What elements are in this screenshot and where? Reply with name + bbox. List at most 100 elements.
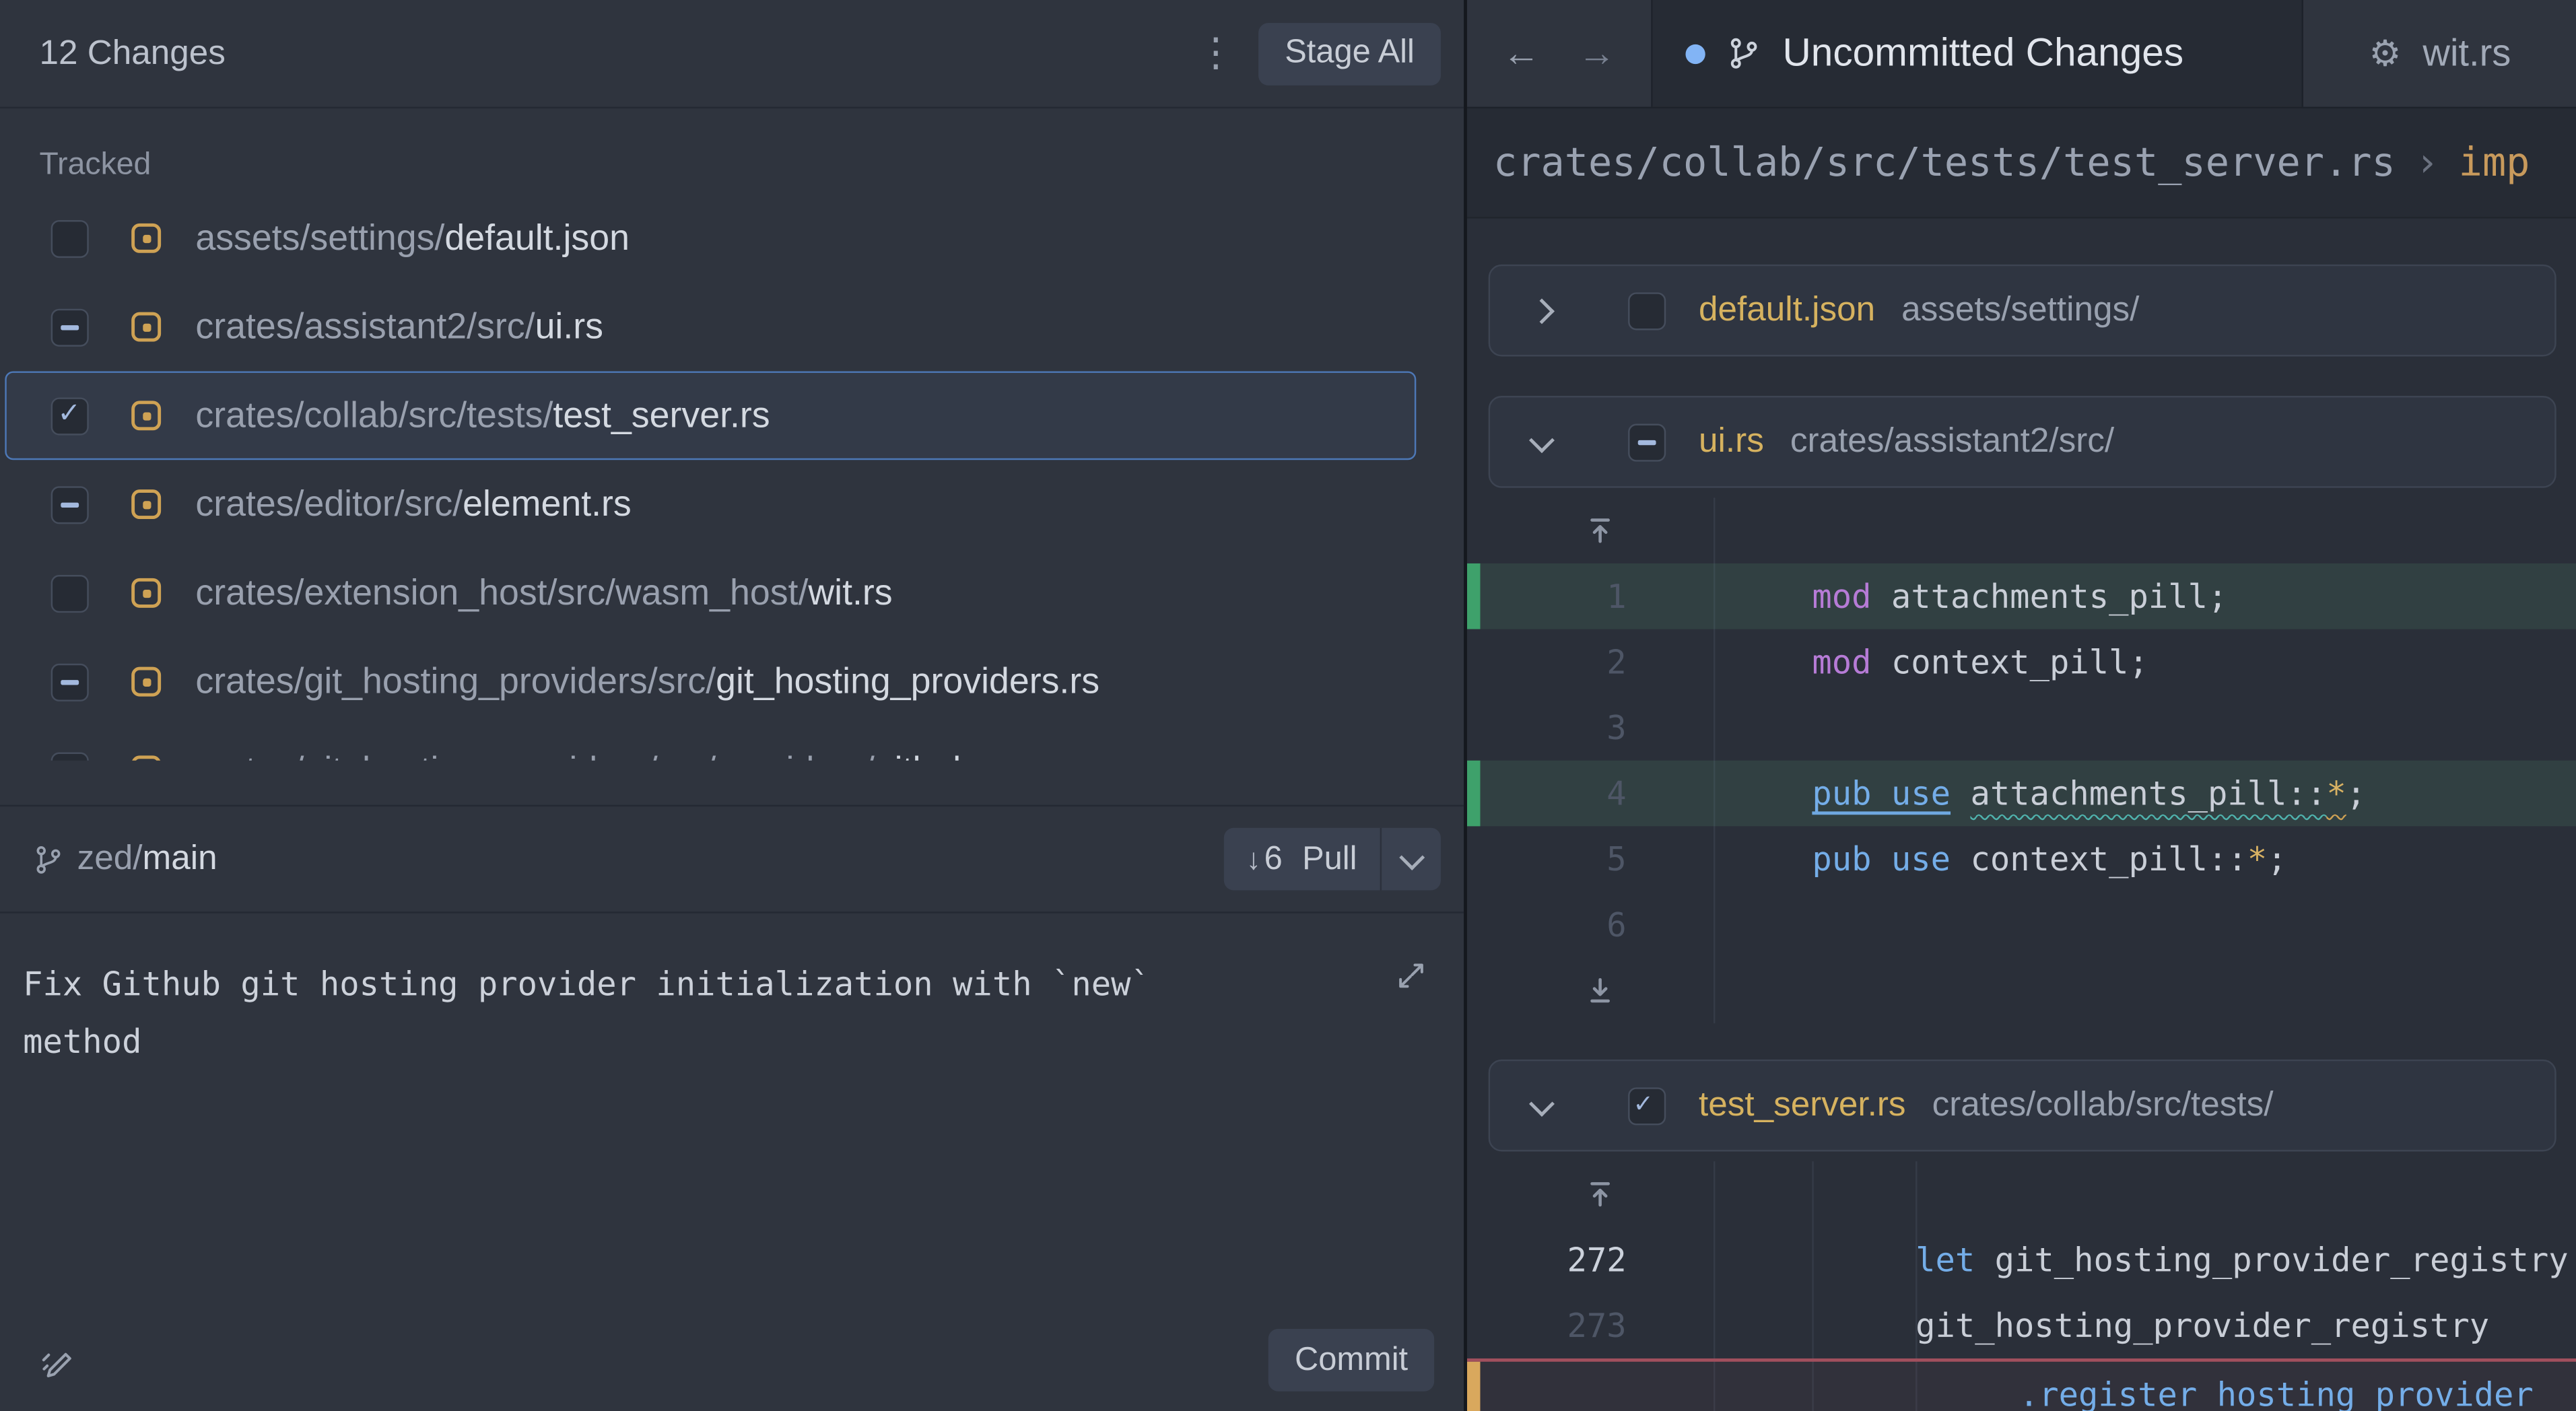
stage-all-button[interactable]: Stage All	[1258, 22, 1441, 85]
diff-file-header[interactable]: ui.rs crates/assistant2/src/	[1488, 396, 2556, 488]
navigate-back-button[interactable]: ←	[1493, 26, 1549, 81]
file-name: github.rs	[875, 749, 1013, 761]
diff-file-header[interactable]: default.json assets/settings/	[1488, 264, 2556, 357]
code-line: 5 pub use context_pill:: *;	[1467, 826, 2576, 892]
file-name: wit.rs	[808, 572, 893, 613]
section-stage-checkbox[interactable]	[1628, 423, 1666, 461]
expand-commit-editor-button[interactable]	[1395, 959, 1428, 992]
chevron-icon	[1529, 298, 1555, 324]
commit-button[interactable]: Commit	[1268, 1329, 1435, 1391]
breadcrumb[interactable]: crates/collab/src/tests/test_server.rs ›…	[1466, 108, 2576, 219]
pull-dropdown-button[interactable]	[1382, 828, 1441, 891]
file-row[interactable]: crates/assistant2/src/ui.rs	[5, 283, 1416, 372]
git-branch-icon	[1726, 36, 1761, 71]
section-file-name: test_server.rs	[1699, 1085, 1906, 1124]
file-stage-checkbox[interactable]	[50, 574, 89, 612]
code-line: 1 mod attachments_pill;	[1466, 563, 2576, 629]
file-name: test_server.rs	[553, 394, 770, 436]
tracked-section-label: Tracked	[39, 147, 151, 182]
line-number: 2	[1606, 642, 1627, 682]
section-toggle[interactable]	[1529, 298, 1569, 324]
file-stage-checkbox[interactable]	[50, 751, 89, 761]
file-path: crates/git_hosting_providers/src/provide…	[195, 749, 874, 761]
file-row[interactable]: assets/settings/default.json	[5, 194, 1416, 283]
generate-commit-message-button[interactable]	[40, 1347, 77, 1385]
chevron-icon	[1529, 426, 1555, 452]
section-file-path: crates/assistant2/src/	[1790, 422, 2115, 460]
breadcrumb-symbol: imp	[2458, 139, 2530, 186]
git-panel: 12 Changes ⋮ Stage All Tracked assets/se…	[0, 0, 1467, 1411]
branch-name: main	[142, 839, 217, 877]
diff-excerpt: 272 let git_hosting_provider_registry 273 g…	[1466, 1161, 2576, 1411]
code-line: 3	[1467, 695, 2576, 761]
diff-file-header[interactable]: test_server.rs crates/collab/src/tests/	[1488, 1059, 2556, 1152]
file-stage-checkbox[interactable]	[50, 662, 89, 701]
file-label: crates/extension_host/src/wasm_host/wit.…	[195, 572, 892, 614]
chevron-down-icon	[1398, 844, 1424, 870]
expand-up-icon	[1590, 1182, 1610, 1207]
tab-wit-rs[interactable]: ⚙ wit.rs	[2303, 0, 2576, 107]
file-row[interactable]: crates/editor/src/element.rs	[5, 460, 1416, 549]
diff-status-strip	[1466, 760, 1481, 827]
code-text: git_hosting_provider_registry	[1916, 1305, 2490, 1346]
file-path: crates/collab/src/tests/	[195, 394, 553, 436]
section-toggle[interactable]	[1529, 426, 1569, 452]
history-nav: ← →	[1467, 0, 1651, 107]
line-number: 6	[1606, 905, 1627, 945]
file-label: crates/assistant2/src/ui.rs	[195, 306, 603, 348]
diff-area: default.json assets/settings/ ui.rs crat…	[1466, 219, 2576, 1411]
pull-button-main[interactable]: ↓ 6 Pull	[1223, 840, 1380, 878]
file-stage-checkbox[interactable]	[50, 485, 89, 524]
file-stage-checkbox[interactable]	[50, 397, 89, 435]
pencil-icon	[42, 1352, 71, 1377]
section-file-name: default.json	[1699, 290, 1876, 329]
code-text: let git_hosting_provider_registry	[1916, 1240, 2569, 1280]
section-stage-checkbox[interactable]	[1628, 1087, 1666, 1125]
line-number: 5	[1606, 839, 1627, 879]
expand-excerpt-up-button[interactable]	[1575, 1169, 1625, 1218]
pull-label: Pull	[1302, 840, 1357, 876]
code-text: mod context_pill;	[1812, 642, 2148, 682]
file-label: assets/settings/default.json	[195, 217, 630, 259]
code-line: .register_hosting_provider	[1466, 1358, 2576, 1411]
expand-excerpt-row	[1467, 958, 2576, 1024]
expand-excerpt-row	[1467, 1161, 2576, 1227]
file-stage-checkbox[interactable]	[50, 219, 89, 257]
code-line: 273 git_hosting_provider_registry	[1467, 1293, 2576, 1358]
file-row[interactable]: crates/git_hosting_providers/src/git_hos…	[5, 638, 1416, 726]
commit-area: Fix Github git hosting provider initiali…	[0, 914, 1464, 1411]
code-text: mod attachments_pill;	[1812, 576, 2228, 617]
section-file-name: ui.rs	[1699, 422, 1764, 460]
code-text: .register_hosting_provider	[2019, 1375, 2534, 1411]
branch-selector[interactable]: zed/main	[77, 839, 217, 879]
file-row[interactable]: crates/git_hosting_providers/src/provide…	[5, 726, 1416, 761]
line-number: 3	[1606, 708, 1627, 748]
diff-status-strip	[1467, 892, 1481, 958]
file-row[interactable]: crates/collab/src/tests/test_server.rs	[5, 371, 1417, 460]
file-row[interactable]: crates/extension_host/src/wasm_host/wit.…	[5, 549, 1416, 638]
modified-status-icon	[131, 312, 162, 342]
more-menu-button[interactable]: ⋮	[1186, 24, 1246, 83]
section-file-path: assets/settings/	[1901, 290, 2140, 329]
commit-message-input[interactable]: Fix Github git hosting provider initiali…	[0, 914, 1272, 1071]
file-label: crates/git_hosting_providers/src/provide…	[195, 749, 1013, 761]
file-stage-checkbox[interactable]	[50, 308, 89, 346]
expand-excerpt-up-button[interactable]	[1575, 506, 1625, 555]
navigate-forward-button[interactable]: →	[1569, 26, 1625, 81]
tab-uncommitted-changes[interactable]: Uncommitted Changes	[1652, 0, 2302, 107]
section-toggle[interactable]	[1529, 1090, 1569, 1116]
file-list: assets/settings/default.json crates/assi…	[0, 194, 1464, 761]
section-stage-checkbox[interactable]	[1628, 291, 1666, 330]
expand-excerpt-down-button[interactable]	[1575, 966, 1625, 1015]
zed-git-window: 12 Changes ⋮ Stage All Tracked assets/se…	[0, 0, 2576, 1411]
file-path: crates/assistant2/src/	[195, 305, 535, 347]
diff-status-strip	[1467, 695, 1481, 761]
diff-excerpt: 1 mod attachments_pill; 2 mod context_pill;…	[1466, 497, 2576, 1024]
expand-down-icon	[1590, 977, 1610, 1003]
expand-excerpt-row	[1467, 497, 2576, 563]
pull-button[interactable]: ↓ 6 Pull	[1223, 827, 1441, 891]
tab-label: Uncommitted Changes	[1782, 30, 2184, 75]
changes-count-title: 12 Changes	[39, 34, 226, 72]
code-text: pub use attachments_pill:: *;	[1812, 773, 2367, 813]
diff-status-strip	[1466, 563, 1481, 629]
